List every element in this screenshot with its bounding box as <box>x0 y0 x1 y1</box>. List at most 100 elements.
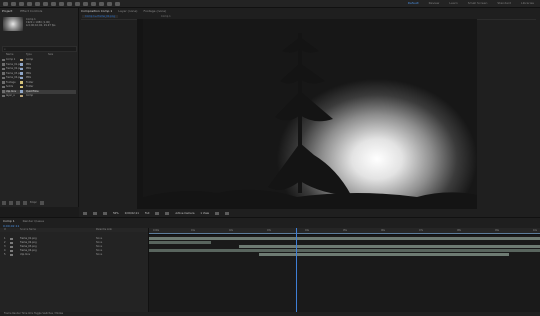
composition-canvas[interactable] <box>137 19 477 209</box>
project-panel-tabs: Project Effect Controls <box>2 9 42 13</box>
label-color-swatch[interactable] <box>20 76 23 80</box>
camera-view-dropdown[interactable]: Active Camera <box>175 212 194 215</box>
column-number[interactable]: # <box>4 228 6 231</box>
tab-project[interactable]: Project <box>2 9 12 13</box>
layer-bar-2[interactable] <box>149 241 211 244</box>
workspace-libraries[interactable]: Libraries <box>521 1 534 5</box>
workspace-default[interactable]: Default <box>408 1 419 5</box>
project-search-input[interactable]: ⌕ <box>2 46 77 52</box>
type-tool-icon[interactable] <box>74 1 80 6</box>
workspace-standard[interactable]: Standard <box>497 1 511 5</box>
magnification-dropdown[interactable]: 50% <box>113 212 119 215</box>
label-color-swatch[interactable] <box>20 90 23 93</box>
column-source-name[interactable]: Source Name <box>20 228 36 231</box>
always-preview-icon[interactable] <box>83 211 87 215</box>
current-time-display[interactable]: 0;00;02;11 <box>125 212 139 215</box>
clone-stamp-tool-icon[interactable] <box>90 1 96 6</box>
tab-layer[interactable]: Layer (none) <box>118 9 137 13</box>
label-color-swatch[interactable] <box>20 58 23 62</box>
transparency-grid-icon[interactable] <box>103 211 107 215</box>
project-item[interactable]: frame_01.png PNG <box>2 63 76 67</box>
fast-previews-icon[interactable] <box>215 211 220 215</box>
ruler-tick-label: 06s <box>381 229 385 232</box>
resolution-dropdown[interactable]: Full <box>145 212 149 215</box>
pan-behind-tool-icon[interactable] <box>50 1 56 6</box>
project-item[interactable]: frame_02.png PNG <box>2 67 76 71</box>
footage-icon <box>2 76 5 80</box>
comp-breadcrumb-secondary[interactable]: Comp 1 <box>161 15 171 18</box>
interpret-footage-icon[interactable] <box>2 201 6 205</box>
mask-tool-icon[interactable] <box>58 1 64 6</box>
label-color-swatch[interactable] <box>20 81 23 84</box>
layer-parent-dropdown[interactable]: None <box>96 241 102 244</box>
tab-footage[interactable]: Footage (none) <box>143 9 166 13</box>
new-composition-icon[interactable] <box>16 201 20 205</box>
layer-row[interactable]: 5 clip.mov None <box>0 253 148 257</box>
brush-tool-icon[interactable] <box>82 1 88 6</box>
view-layout-dropdown[interactable]: 1 View <box>200 212 209 215</box>
label-color-swatch[interactable] <box>20 94 23 98</box>
rotate-tool-icon[interactable] <box>34 1 40 6</box>
current-time-indicator[interactable] <box>296 228 297 312</box>
project-item[interactable]: Footage Folder <box>2 81 76 85</box>
layer-label-color[interactable] <box>10 253 13 257</box>
project-footer: 8 bpc <box>2 201 44 205</box>
tab-composition[interactable]: Composition Comp 1 <box>81 9 112 13</box>
roto-brush-tool-icon[interactable] <box>106 1 112 6</box>
tab-effect-controls[interactable]: Effect Controls <box>20 9 42 13</box>
layer-parent-dropdown[interactable]: None <box>96 237 102 240</box>
column-size[interactable]: Size <box>48 53 53 56</box>
layer-parent-dropdown[interactable]: None <box>96 245 102 248</box>
footage-icon <box>2 67 5 71</box>
work-area-bar[interactable] <box>149 233 540 234</box>
workspace-small-screen[interactable]: Small Screen <box>468 1 488 5</box>
tab-render-queue[interactable]: Render Queue <box>23 219 45 223</box>
layer-label-color[interactable] <box>10 249 13 253</box>
workspace-review[interactable]: Review <box>429 1 440 5</box>
layer-bar-4[interactable] <box>149 249 540 252</box>
timeline-tracks[interactable]: 0:00s 01s 02s 03s 04s 05s 06s 07s 08s 09s 10s <box>149 228 540 312</box>
label-color-swatch[interactable] <box>20 63 23 66</box>
pen-tool-icon[interactable] <box>66 1 72 6</box>
snapshot-icon[interactable] <box>155 211 160 215</box>
bpc-label[interactable]: 8 bpc <box>30 201 37 205</box>
project-item[interactable]: frame_04.png PNG <box>2 76 76 80</box>
zoom-tool-icon[interactable] <box>26 1 32 6</box>
layer-parent-dropdown[interactable]: None <box>96 253 102 256</box>
project-item[interactable]: clip.mov QuickTime <box>2 89 76 94</box>
home-icon[interactable] <box>3 1 8 6</box>
layer-bar-3[interactable] <box>239 245 540 248</box>
project-item[interactable]: frame_03.png PNG <box>2 72 76 76</box>
region-of-interest-icon[interactable] <box>93 211 97 215</box>
label-color-swatch[interactable] <box>20 67 23 71</box>
column-parent[interactable]: Parent & Link <box>96 228 112 231</box>
project-item-name: Comp 1 <box>6 58 16 61</box>
layer-label-color[interactable] <box>10 245 13 249</box>
delete-icon[interactable] <box>39 201 44 205</box>
column-type[interactable]: Type <box>26 53 32 56</box>
workspace-learn[interactable]: Learn <box>449 1 457 5</box>
new-folder-icon[interactable] <box>9 201 13 205</box>
puppet-tool-icon[interactable] <box>114 1 120 6</box>
timeline-toggle-icon[interactable] <box>225 211 230 215</box>
project-item[interactable]: layer_a Comp <box>2 94 76 98</box>
project-item[interactable]: Comp 1 Comp <box>2 58 76 62</box>
layer-parent-dropdown[interactable]: None <box>96 249 102 252</box>
timeline-footer: Frame Render Time 0ms Toggle Switches / … <box>0 312 540 316</box>
comp-breadcrumb[interactable]: Comp 1 ▸ frame_01.png <box>82 15 118 18</box>
show-channel-icon[interactable] <box>165 211 170 215</box>
layer-label-color[interactable] <box>10 241 13 245</box>
column-name[interactable]: Name <box>6 53 13 56</box>
selection-tool-icon[interactable] <box>10 1 16 6</box>
camera-tool-icon[interactable] <box>42 1 48 6</box>
project-item[interactable]: Solids Folder <box>2 85 76 89</box>
layer-bar-1[interactable] <box>149 237 540 240</box>
project-settings-icon[interactable] <box>23 201 27 205</box>
layer-label-color[interactable] <box>10 237 13 241</box>
tab-comp-timeline[interactable]: Comp 1 <box>3 219 15 223</box>
label-color-swatch[interactable] <box>20 85 23 89</box>
label-color-swatch[interactable] <box>20 72 23 75</box>
eraser-tool-icon[interactable] <box>98 1 104 6</box>
hand-tool-icon[interactable] <box>18 1 24 6</box>
layer-number: 5 <box>4 253 6 256</box>
